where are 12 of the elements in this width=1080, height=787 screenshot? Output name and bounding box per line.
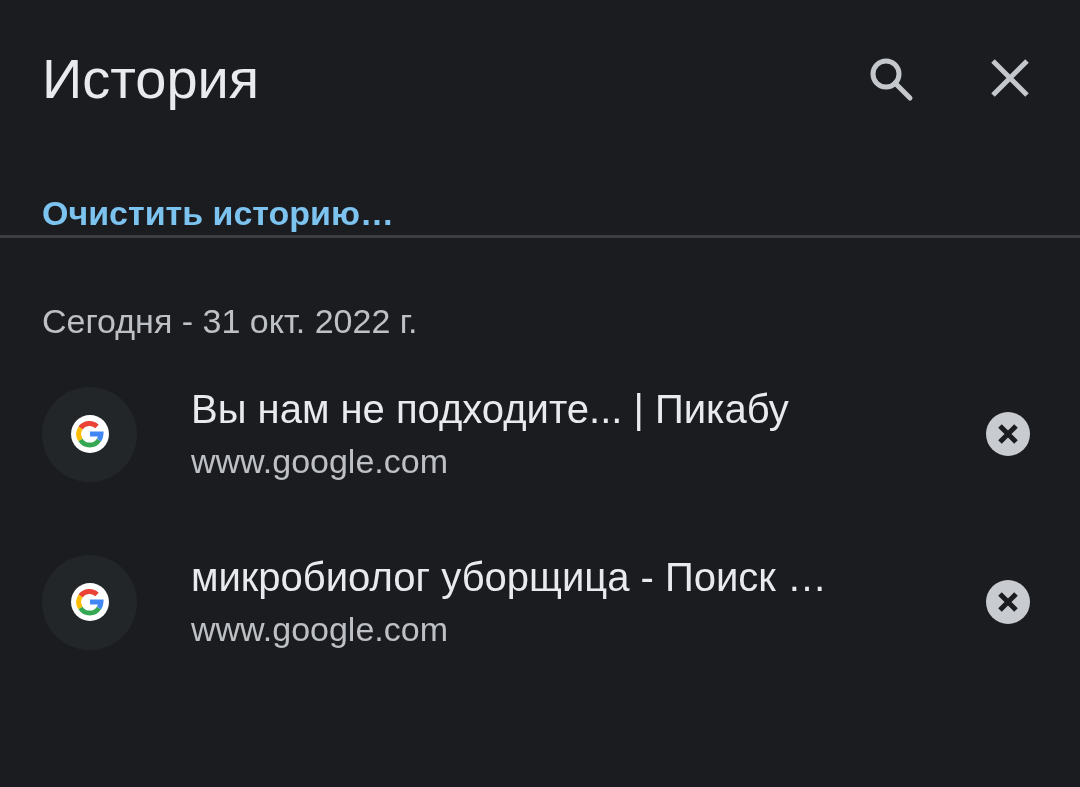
clear-history-link[interactable]: Очистить историю… bbox=[42, 194, 395, 232]
remove-button[interactable] bbox=[986, 412, 1030, 456]
date-heading: Сегодня - 31 окт. 2022 г. bbox=[41, 301, 419, 342]
history-item-url: www.google.com bbox=[191, 609, 449, 650]
history-item-url: www.google.com bbox=[191, 441, 449, 482]
site-icon bbox=[70, 415, 109, 453]
site-icon bbox=[70, 583, 109, 621]
page-title: История bbox=[42, 45, 261, 111]
history-item-title[interactable]: микробиолог уборщица - Поиск … bbox=[191, 550, 986, 604]
history-item-title[interactable]: Вы нам не подходите... | Пикабу bbox=[191, 382, 986, 436]
remove-button[interactable] bbox=[986, 580, 1030, 624]
close-button[interactable] bbox=[990, 58, 1030, 98]
